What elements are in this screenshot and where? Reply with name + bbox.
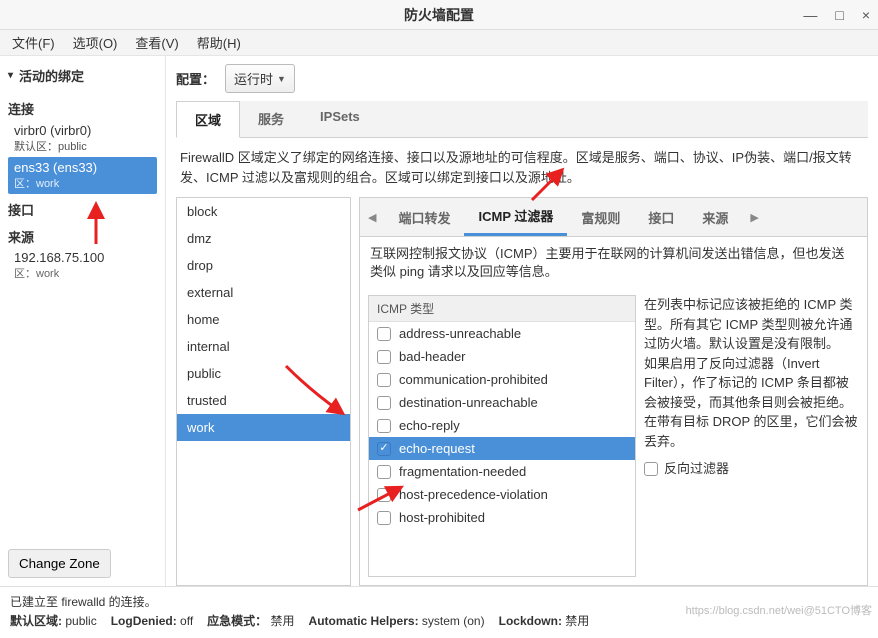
- checkbox-icon[interactable]: [377, 327, 391, 341]
- checkbox-icon[interactable]: [377, 419, 391, 433]
- checkbox-icon[interactable]: ✓: [377, 442, 391, 456]
- sidebar: ▾ 活动的绑定 连接 virbr0 (virbr0) 默认区：public en…: [0, 56, 166, 586]
- watermark: https://blog.csdn.net/wei@51CTO博客: [686, 602, 872, 618]
- zone-item-external[interactable]: external: [177, 279, 350, 306]
- chevron-down-icon: ▼: [277, 74, 286, 84]
- subtab-rich[interactable]: 富规则: [567, 200, 634, 235]
- group-sources: 来源: [8, 227, 157, 246]
- checkbox-icon[interactable]: [377, 350, 391, 364]
- icmp-help: 在列表中标记应该被拒绝的 ICMP 类型。所有其它 ICMP 类型则被允许通过防…: [644, 295, 859, 577]
- zone-item-block[interactable]: block: [177, 198, 350, 225]
- window-title: 防火墙配置: [404, 5, 474, 25]
- subtab-portfwd[interactable]: 端口转发: [384, 200, 464, 235]
- group-connections: 连接: [8, 99, 157, 118]
- main-panel: 配置： 运行时 ▼ 区域 服务 IPSets FirewallD 区域定义了绑定…: [166, 56, 878, 586]
- zone-item-trusted[interactable]: trusted: [177, 387, 350, 414]
- scroll-right-icon[interactable]: ▶: [742, 205, 766, 230]
- zone-panel: ◀ 端口转发 ICMP 过滤器 富规则 接口 来源 ▶ 互联网控制报文协议（IC…: [359, 197, 868, 586]
- checkbox-icon[interactable]: [377, 488, 391, 502]
- change-zone-button[interactable]: Change Zone: [8, 549, 111, 578]
- menu-help[interactable]: 帮助(H): [197, 33, 241, 52]
- connection-item-virbr0[interactable]: virbr0 (virbr0) 默认区：public: [8, 120, 157, 157]
- zone-item-drop[interactable]: drop: [177, 252, 350, 279]
- checkbox-icon[interactable]: [377, 465, 391, 479]
- icmp-item[interactable]: fragmentation-needed: [369, 460, 635, 483]
- menubar: 文件(F) 选项(O) 查看(V) 帮助(H): [0, 30, 878, 56]
- subtab-iface[interactable]: 接口: [634, 200, 688, 235]
- checkbox-icon[interactable]: [644, 462, 658, 476]
- group-interfaces: 接口: [8, 200, 157, 219]
- invert-filter-row[interactable]: 反向过滤器: [644, 459, 859, 479]
- close-icon[interactable]: ×: [862, 7, 870, 23]
- tab-ipsets[interactable]: IPSets: [302, 101, 378, 137]
- config-dropdown[interactable]: 运行时 ▼: [225, 64, 295, 93]
- tab-services[interactable]: 服务: [240, 101, 302, 137]
- tab-zones[interactable]: 区域: [176, 101, 240, 138]
- zone-item-home[interactable]: home: [177, 306, 350, 333]
- zone-item-work[interactable]: work: [177, 414, 350, 441]
- chevron-down-icon: ▾: [8, 70, 13, 81]
- icmp-item[interactable]: address-unreachable: [369, 322, 635, 345]
- config-label: 配置：: [176, 69, 215, 88]
- connection-item-ens33[interactable]: ens33 (ens33) 区：work: [8, 157, 157, 194]
- subtab-icmp[interactable]: ICMP 过滤器: [464, 198, 567, 236]
- checkbox-icon[interactable]: [377, 511, 391, 525]
- zone-item-public[interactable]: public: [177, 360, 350, 387]
- checkbox-icon[interactable]: [377, 373, 391, 387]
- main-tabs: 区域 服务 IPSets: [176, 101, 868, 138]
- checkbox-icon[interactable]: [377, 396, 391, 410]
- scroll-left-icon[interactable]: ◀: [360, 205, 384, 230]
- icmp-item[interactable]: host-prohibited: [369, 506, 635, 529]
- zones-description: FirewallD 区域定义了绑定的网络连接、接口以及源地址的可信程度。区域是服…: [176, 138, 868, 197]
- menu-file[interactable]: 文件(F): [12, 33, 55, 52]
- icmp-header: ICMP 类型: [369, 296, 635, 322]
- icmp-description: 互联网控制报文协议（ICMP）主要用于在联网的计算机间发送出错信息，但也发送类似…: [360, 237, 867, 281]
- icmp-item[interactable]: host-precedence-violation: [369, 483, 635, 506]
- sidebar-header[interactable]: ▾ 活动的绑定: [8, 62, 157, 93]
- maximize-icon[interactable]: □: [835, 7, 843, 23]
- titlebar: 防火墙配置 — □ ×: [0, 0, 878, 30]
- menu-options[interactable]: 选项(O): [73, 33, 118, 52]
- zone-item-internal[interactable]: internal: [177, 333, 350, 360]
- zone-item-dmz[interactable]: dmz: [177, 225, 350, 252]
- menu-view[interactable]: 查看(V): [135, 33, 178, 52]
- icmp-item-echo-request[interactable]: ✓echo-request: [369, 437, 635, 460]
- subtab-source[interactable]: 来源: [688, 200, 742, 235]
- minimize-icon[interactable]: —: [803, 7, 817, 23]
- icmp-type-list[interactable]: ICMP 类型 address-unreachable bad-header c…: [368, 295, 636, 577]
- source-item[interactable]: 192.168.75.100 区：work: [8, 248, 157, 283]
- icmp-item[interactable]: communication-prohibited: [369, 368, 635, 391]
- icmp-item[interactable]: bad-header: [369, 345, 635, 368]
- icmp-item[interactable]: echo-reply: [369, 414, 635, 437]
- icmp-item[interactable]: destination-unreachable: [369, 391, 635, 414]
- zone-list[interactable]: block dmz drop external home internal pu…: [176, 197, 351, 586]
